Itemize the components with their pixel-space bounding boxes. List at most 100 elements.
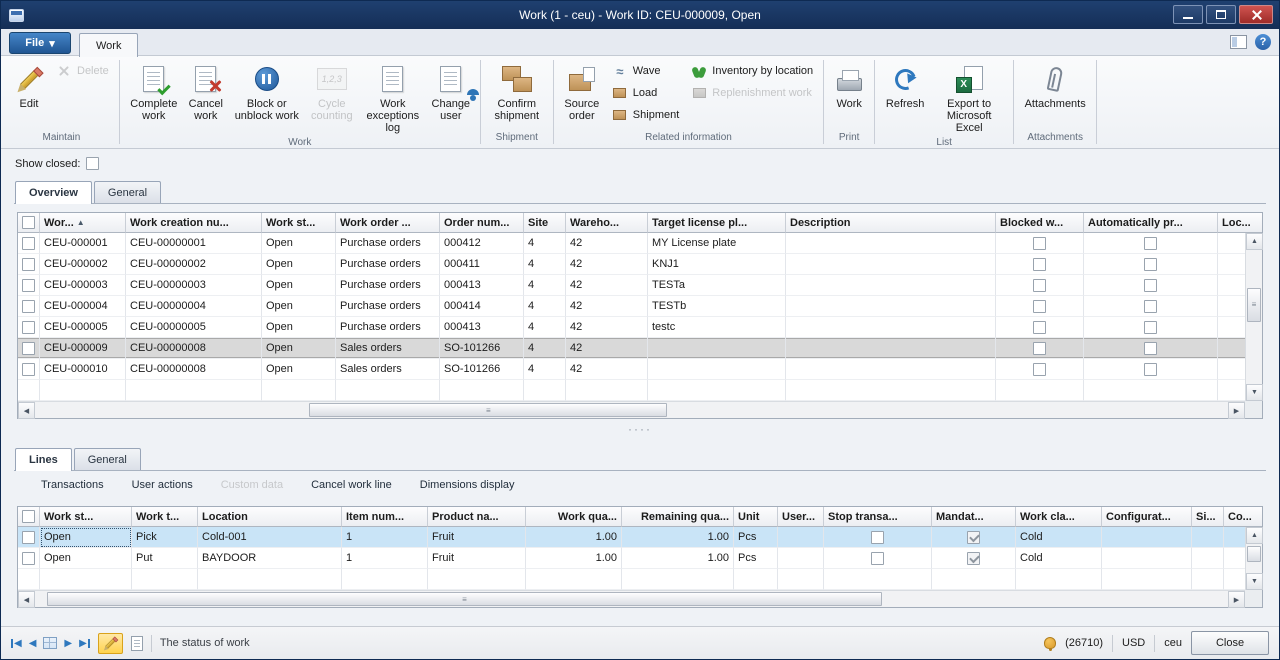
toggle-pane-icon[interactable] bbox=[1230, 35, 1247, 49]
tab-lines-general[interactable]: General bbox=[74, 448, 141, 470]
show-closed-checkbox[interactable] bbox=[86, 157, 99, 170]
inventory-by-location-button[interactable]: Inventory by location bbox=[688, 62, 816, 80]
scroll-track[interactable]: ≡ bbox=[1246, 250, 1262, 384]
vertical-scrollbar[interactable]: ▲ ≡ ▼ bbox=[1245, 233, 1262, 401]
edit-button[interactable]: Edit bbox=[9, 60, 49, 112]
auto-processed-checkbox[interactable] bbox=[1144, 300, 1157, 313]
scroll-track[interactable]: ≡ bbox=[35, 591, 1228, 607]
table-row-selected[interactable]: CEU-000009 CEU-00000008 Open Sales order… bbox=[18, 338, 1245, 359]
scroll-thumb[interactable]: ≡ bbox=[47, 592, 882, 606]
scroll-right-button[interactable]: ▶ bbox=[1228, 591, 1245, 608]
col-product-name-header[interactable]: Product na... bbox=[428, 507, 526, 527]
col-item-number-header[interactable]: Item num... bbox=[342, 507, 428, 527]
col-unit-header[interactable]: Unit bbox=[734, 507, 778, 527]
row-checkbox[interactable] bbox=[22, 531, 35, 544]
work-exceptions-log-button[interactable]: Work exceptions log bbox=[359, 60, 427, 136]
scroll-left-button[interactable]: ◀ bbox=[18, 402, 35, 419]
select-all-checkbox[interactable] bbox=[22, 510, 35, 523]
minimize-button[interactable] bbox=[1173, 5, 1203, 24]
col-work-order-header[interactable]: Work order ... bbox=[336, 213, 440, 233]
transactions-link[interactable]: Transactions bbox=[41, 479, 104, 491]
vertical-scrollbar[interactable]: ▲ ▼ bbox=[1245, 527, 1262, 590]
export-to-excel-button[interactable]: X Export to Microsoft Excel bbox=[930, 60, 1008, 136]
col-blocked-header[interactable]: Blocked w... bbox=[996, 213, 1084, 233]
col-automatically-processed-header[interactable]: Automatically pr... bbox=[1084, 213, 1218, 233]
blocked-checkbox[interactable] bbox=[1033, 300, 1046, 313]
blocked-checkbox[interactable] bbox=[1033, 237, 1046, 250]
shipment-button[interactable]: Shipment bbox=[609, 106, 682, 124]
row-select-cell[interactable] bbox=[18, 359, 40, 380]
tab-overview-general[interactable]: General bbox=[94, 181, 161, 203]
col-color-header[interactable]: Co... bbox=[1224, 507, 1262, 527]
row-checkbox[interactable] bbox=[22, 279, 35, 292]
row-checkbox[interactable] bbox=[22, 363, 35, 376]
col-location-header[interactable]: Location bbox=[198, 507, 342, 527]
edit-record-button[interactable] bbox=[98, 633, 123, 654]
row-select-cell[interactable] bbox=[18, 296, 40, 317]
col-size-header[interactable]: Si... bbox=[1192, 507, 1224, 527]
table-row[interactable]: CEU-000005 CEU-00000005 Open Purchase or… bbox=[18, 317, 1245, 338]
horizontal-scrollbar[interactable]: ◀ ≡ ▶ bbox=[18, 401, 1245, 418]
load-button[interactable]: Load bbox=[609, 84, 682, 102]
tab-overview[interactable]: Overview bbox=[15, 181, 92, 204]
close-window-button[interactable] bbox=[1239, 5, 1273, 24]
auto-processed-checkbox[interactable] bbox=[1144, 342, 1157, 355]
row-select-cell[interactable] bbox=[18, 317, 40, 338]
blocked-checkbox[interactable] bbox=[1033, 342, 1046, 355]
blocked-checkbox[interactable] bbox=[1033, 321, 1046, 334]
scroll-track[interactable] bbox=[1246, 544, 1262, 573]
alerts-bell-icon[interactable] bbox=[1044, 637, 1056, 649]
row-select-cell[interactable] bbox=[18, 338, 40, 359]
col-work-status-header[interactable]: Work st... bbox=[262, 213, 336, 233]
splitter-handle[interactable]: ···· bbox=[1, 425, 1279, 435]
auto-processed-checkbox[interactable] bbox=[1144, 363, 1157, 376]
table-row[interactable]: CEU-000010 CEU-00000008 Open Sales order… bbox=[18, 359, 1245, 380]
dimensions-display-link[interactable]: Dimensions display bbox=[420, 479, 515, 491]
select-all-checkbox-cell[interactable] bbox=[18, 507, 40, 527]
grid-view-icon[interactable] bbox=[43, 637, 57, 649]
col-work-creation-header[interactable]: Work creation nu... bbox=[126, 213, 262, 233]
scroll-left-button[interactable]: ◀ bbox=[18, 591, 35, 608]
table-row[interactable]: CEU-000003 CEU-00000003 Open Purchase or… bbox=[18, 275, 1245, 296]
col-warehouse-header[interactable]: Wareho... bbox=[566, 213, 648, 233]
cancel-work-button[interactable]: Cancel work bbox=[183, 60, 229, 124]
auto-processed-checkbox[interactable] bbox=[1144, 279, 1157, 292]
scroll-down-button[interactable]: ▼ bbox=[1246, 573, 1263, 590]
col-site-header[interactable]: Site bbox=[524, 213, 566, 233]
select-all-checkbox[interactable] bbox=[22, 216, 35, 229]
col-work-quantity-header[interactable]: Work qua... bbox=[526, 507, 622, 527]
col-target-license-plate-header[interactable]: Target license pl... bbox=[648, 213, 786, 233]
row-select-cell[interactable] bbox=[18, 527, 40, 548]
table-row-selected[interactable]: Open Pick Cold-001 1 Fruit 1.00 1.00 Pcs… bbox=[18, 527, 1245, 548]
change-user-button[interactable]: Change user bbox=[427, 60, 475, 124]
select-all-checkbox-cell[interactable] bbox=[18, 213, 40, 233]
print-work-button[interactable]: Work bbox=[829, 60, 869, 112]
col-work-class-header[interactable]: Work cla... bbox=[1016, 507, 1102, 527]
col-work-type-header[interactable]: Work t... bbox=[132, 507, 198, 527]
scroll-thumb[interactable]: ≡ bbox=[309, 403, 667, 417]
scroll-thumb[interactable] bbox=[1247, 546, 1261, 562]
file-menu-button[interactable]: File ▾ bbox=[9, 32, 71, 54]
col-configuration-header[interactable]: Configurat... bbox=[1102, 507, 1192, 527]
col-user-header[interactable]: User... bbox=[778, 507, 824, 527]
blocked-checkbox[interactable] bbox=[1033, 363, 1046, 376]
row-checkbox[interactable] bbox=[22, 321, 35, 334]
auto-processed-checkbox[interactable] bbox=[1144, 321, 1157, 334]
scroll-up-button[interactable]: ▲ bbox=[1246, 233, 1263, 250]
document-icon[interactable] bbox=[131, 636, 143, 651]
table-row[interactable]: CEU-000001 CEU-00000001 Open Purchase or… bbox=[18, 233, 1245, 254]
col-work-id-header[interactable]: Wor...▲ bbox=[40, 213, 126, 233]
row-checkbox[interactable] bbox=[22, 300, 35, 313]
col-description-header[interactable]: Description bbox=[786, 213, 996, 233]
previous-record-button[interactable]: ◀ bbox=[29, 638, 37, 649]
scroll-thumb[interactable]: ≡ bbox=[1247, 288, 1261, 323]
row-select-cell[interactable] bbox=[18, 548, 40, 569]
user-actions-link[interactable]: User actions bbox=[132, 479, 193, 491]
table-row[interactable]: Open Put BAYDOOR 1 Fruit 1.00 1.00 Pcs C… bbox=[18, 548, 1245, 569]
row-checkbox[interactable] bbox=[22, 342, 35, 355]
tab-work-ribbon[interactable]: Work bbox=[79, 33, 138, 57]
table-row[interactable]: CEU-000002 CEU-00000002 Open Purchase or… bbox=[18, 254, 1245, 275]
col-order-number-header[interactable]: Order num... bbox=[440, 213, 524, 233]
blocked-checkbox[interactable] bbox=[1033, 258, 1046, 271]
close-button[interactable]: Close bbox=[1191, 631, 1269, 655]
